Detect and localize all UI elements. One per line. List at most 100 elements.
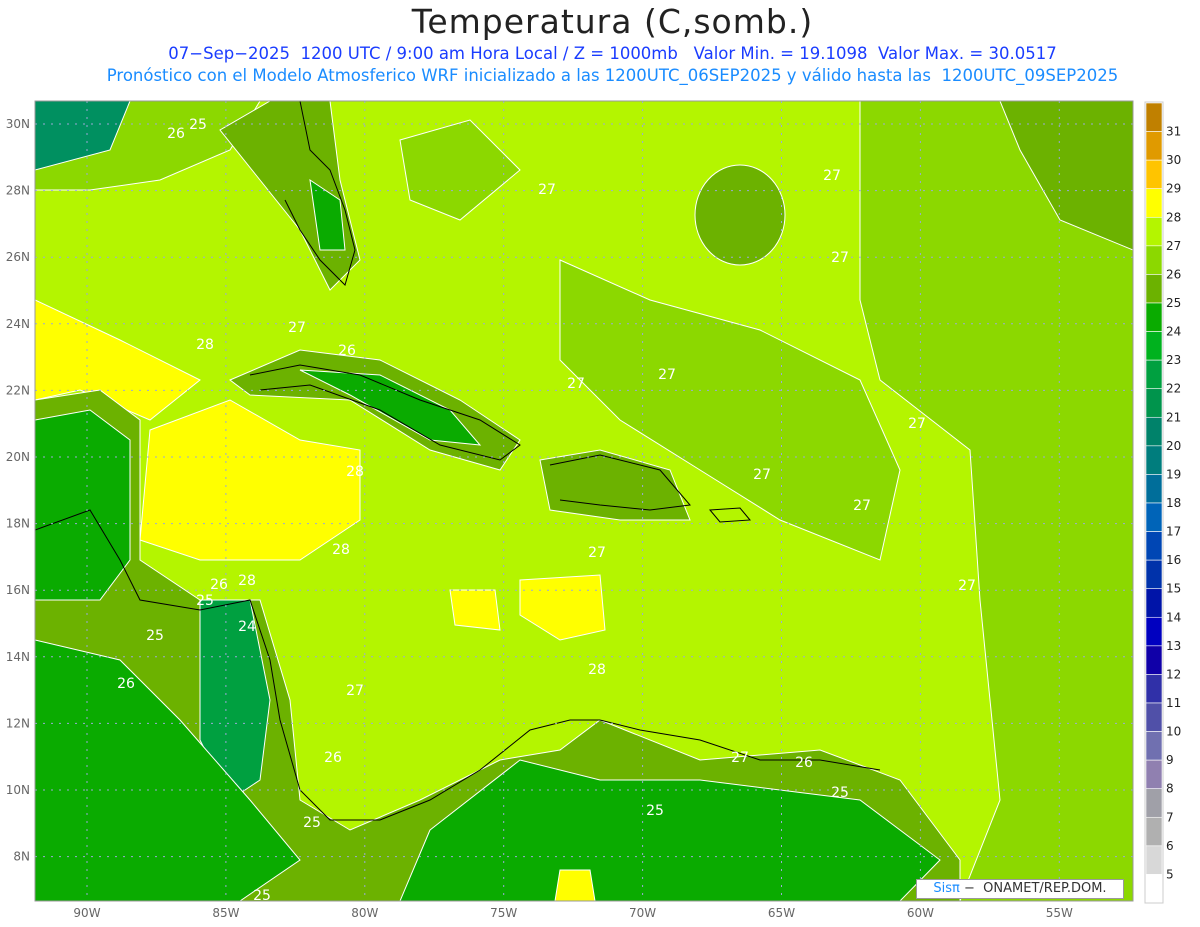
colorbar-swatch <box>1145 188 1163 218</box>
colorbar-swatch <box>1145 502 1163 532</box>
contour-label: 27 <box>288 320 306 336</box>
colorbar-swatch <box>1145 616 1163 647</box>
lat-label: 26N <box>6 250 30 264</box>
colorbar-label: 18 <box>1166 496 1181 510</box>
colorbar-label: 11 <box>1166 696 1181 710</box>
lon-label: 55W <box>1046 906 1073 920</box>
colorbar-swatch <box>1145 388 1163 418</box>
colorbar-label: 23 <box>1166 353 1181 367</box>
lat-label: 18N <box>6 517 30 531</box>
lon-label: 70W <box>629 906 656 920</box>
contour-label: 28 <box>588 662 606 678</box>
contour-label: 25 <box>146 628 164 644</box>
colorbar-swatch <box>1145 474 1163 504</box>
credit-text: − ONAMET/REP.DOM. <box>959 881 1107 896</box>
colorbar-swatch <box>1145 845 1163 875</box>
colorbar-label: 16 <box>1166 553 1181 567</box>
lat-label: 16N <box>6 583 30 597</box>
lat-label: 30N <box>6 117 30 131</box>
colorbar-label: 7 <box>1166 810 1174 824</box>
colorbar-swatch <box>1145 645 1163 675</box>
colorbar-label: 26 <box>1166 267 1181 281</box>
colorbar-swatch <box>1145 788 1163 818</box>
contour-label: 26 <box>167 126 185 142</box>
temperature-map: 30N28N26N24N22N20N18N16N14N12N10N8N90W 85… <box>6 100 1181 920</box>
colorbar-label: 19 <box>1166 467 1181 481</box>
colorbar-label: 24 <box>1166 325 1181 339</box>
colorbar-swatch <box>1145 245 1163 275</box>
contour-label: 26 <box>338 343 356 359</box>
colorbar-swatch <box>1145 731 1163 761</box>
colorbar-label: 6 <box>1166 839 1174 853</box>
contour-label: 27 <box>346 683 364 699</box>
colorbar-swatch <box>1145 131 1163 161</box>
colorbar-label: 15 <box>1166 582 1181 596</box>
lon-label: 85W <box>212 906 239 920</box>
colorbar-swatch <box>1145 874 1163 904</box>
colorbar-swatch <box>1145 759 1163 790</box>
colorbar-swatch <box>1145 159 1163 190</box>
colorbar-label: 13 <box>1166 639 1181 653</box>
colorbar-label: 5 <box>1166 867 1174 881</box>
colorbar-swatch <box>1145 531 1163 561</box>
colorbar-swatch <box>1145 674 1163 704</box>
colorbar-label: 28 <box>1166 210 1181 224</box>
colorbar-swatch <box>1145 302 1163 332</box>
lon-label: 60W <box>907 906 934 920</box>
lat-label: 10N <box>6 783 30 797</box>
contour-label: 25 <box>196 593 214 609</box>
colorbar-label: 9 <box>1166 753 1174 767</box>
contour-label: 25 <box>189 117 207 133</box>
contour-label: 27 <box>588 545 606 561</box>
colorbar-label: 22 <box>1166 382 1181 396</box>
colorbar-swatch <box>1145 274 1163 304</box>
lat-label: 20N <box>6 450 30 464</box>
colorbar-label: 21 <box>1166 410 1181 424</box>
colorbar-label: 10 <box>1166 725 1181 739</box>
contour-label: 25 <box>253 888 271 904</box>
contour-label: 27 <box>958 578 976 594</box>
contour-label: 25 <box>646 803 664 819</box>
colorbar-label: 29 <box>1166 182 1181 196</box>
contour-label: 27 <box>538 182 556 198</box>
colorbar-label: 17 <box>1166 525 1181 539</box>
lon-label: 75W <box>490 906 517 920</box>
credit-box: Sisπ − ONAMET/REP.DOM. <box>916 879 1124 899</box>
contour-label: 28 <box>196 337 214 353</box>
shaded-field <box>35 101 1133 901</box>
contour-label: 27 <box>658 367 676 383</box>
contour-label: 25 <box>303 815 321 831</box>
colorbar: 31 30 29 28 27 26 25 24 23 22 21 20 19 18 17 16 15 14 13 12… <box>1144 101 1181 904</box>
colorbar-label: 8 <box>1166 782 1174 796</box>
contour-label: 27 <box>853 498 871 514</box>
colorbar-swatch <box>1145 702 1163 732</box>
sispi-logo: Sisπ <box>933 881 960 896</box>
contour-label: 27 <box>753 467 771 483</box>
contour-label: 28 <box>346 464 364 480</box>
contour-label: 28 <box>332 542 350 558</box>
colorbar-label: 30 <box>1166 153 1181 167</box>
colorbar-label: 14 <box>1166 610 1181 624</box>
contour-label: 25 <box>831 785 849 801</box>
colorbar-swatch <box>1145 331 1163 361</box>
colorbar-swatch <box>1145 102 1163 132</box>
colorbar-label: 31 <box>1166 125 1181 139</box>
colorbar-label: 25 <box>1166 296 1181 310</box>
lon-label: 90W <box>73 906 100 920</box>
contour-label: 24 <box>238 619 256 635</box>
contour-label: 26 <box>210 577 228 593</box>
colorbar-swatch <box>1145 588 1163 618</box>
lat-label: 24N <box>6 317 30 331</box>
contour-label: 27 <box>731 750 749 766</box>
lat-label: 8N <box>13 850 30 864</box>
contour-label: 27 <box>567 376 585 392</box>
colorbar-swatch <box>1145 445 1163 475</box>
contour-label: 27 <box>831 250 849 266</box>
lat-label: 28N <box>6 184 30 198</box>
lon-label: 65W <box>768 906 795 920</box>
contour-label: 27 <box>823 168 841 184</box>
colorbar-label: 12 <box>1166 667 1181 681</box>
contour-label: 27 <box>908 416 926 432</box>
contour-label: 26 <box>117 676 135 692</box>
colorbar-label: 27 <box>1166 239 1181 253</box>
